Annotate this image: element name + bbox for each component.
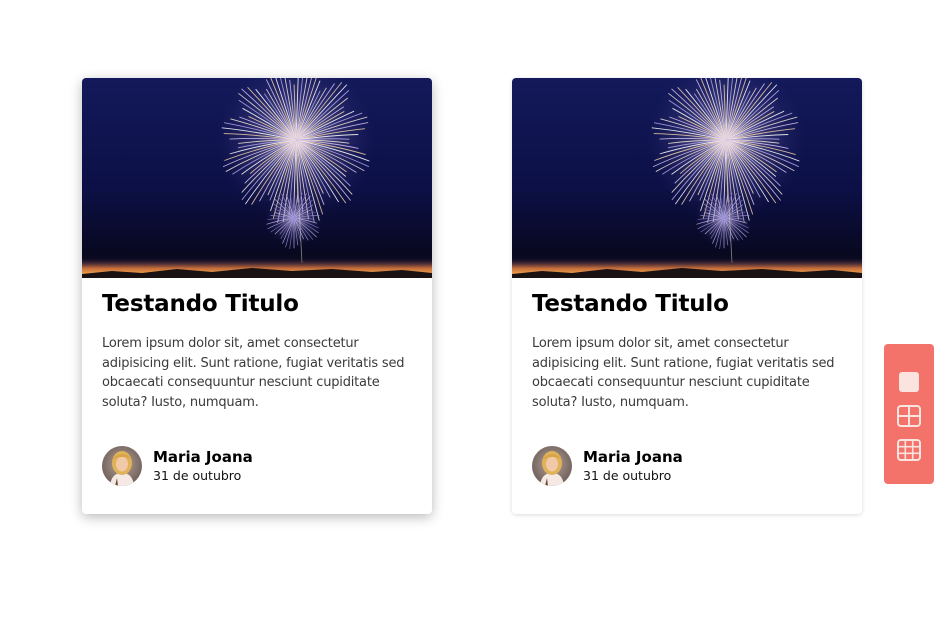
post-date: 31 de outubro	[153, 468, 242, 483]
card-image-fireworks	[82, 78, 432, 278]
three-column-grid-icon	[897, 439, 921, 461]
card-image-fireworks	[512, 78, 862, 278]
post-card[interactable]: Testando Titulo Lorem ipsum dolor sit, a…	[82, 78, 432, 514]
card-title: Testando Titulo	[532, 291, 729, 317]
two-column-grid-icon	[897, 405, 921, 427]
post-card[interactable]: Testando Titulo Lorem ipsum dolor sit, a…	[512, 78, 862, 514]
three-column-grid-button[interactable]	[895, 436, 923, 464]
post-date: 31 de outubro	[583, 468, 672, 483]
author-name: Maria Joana	[583, 448, 683, 466]
single-column-icon	[899, 372, 919, 392]
page: Testando Titulo Lorem ipsum dolor sit, a…	[0, 0, 944, 642]
card-description: Lorem ipsum dolor sit, amet consectetur …	[102, 336, 405, 410]
two-column-grid-button[interactable]	[895, 402, 923, 430]
layout-toggle-panel	[884, 344, 934, 484]
card-description: Lorem ipsum dolor sit, amet consectetur …	[532, 336, 835, 410]
avatar	[532, 446, 572, 486]
card-author: Maria Joana 31 de outubro	[532, 446, 683, 486]
card-title: Testando Titulo	[102, 291, 299, 317]
avatar	[102, 446, 142, 486]
single-column-button[interactable]	[895, 368, 923, 396]
card-author: Maria Joana 31 de outubro	[102, 446, 253, 486]
author-name: Maria Joana	[153, 448, 253, 466]
